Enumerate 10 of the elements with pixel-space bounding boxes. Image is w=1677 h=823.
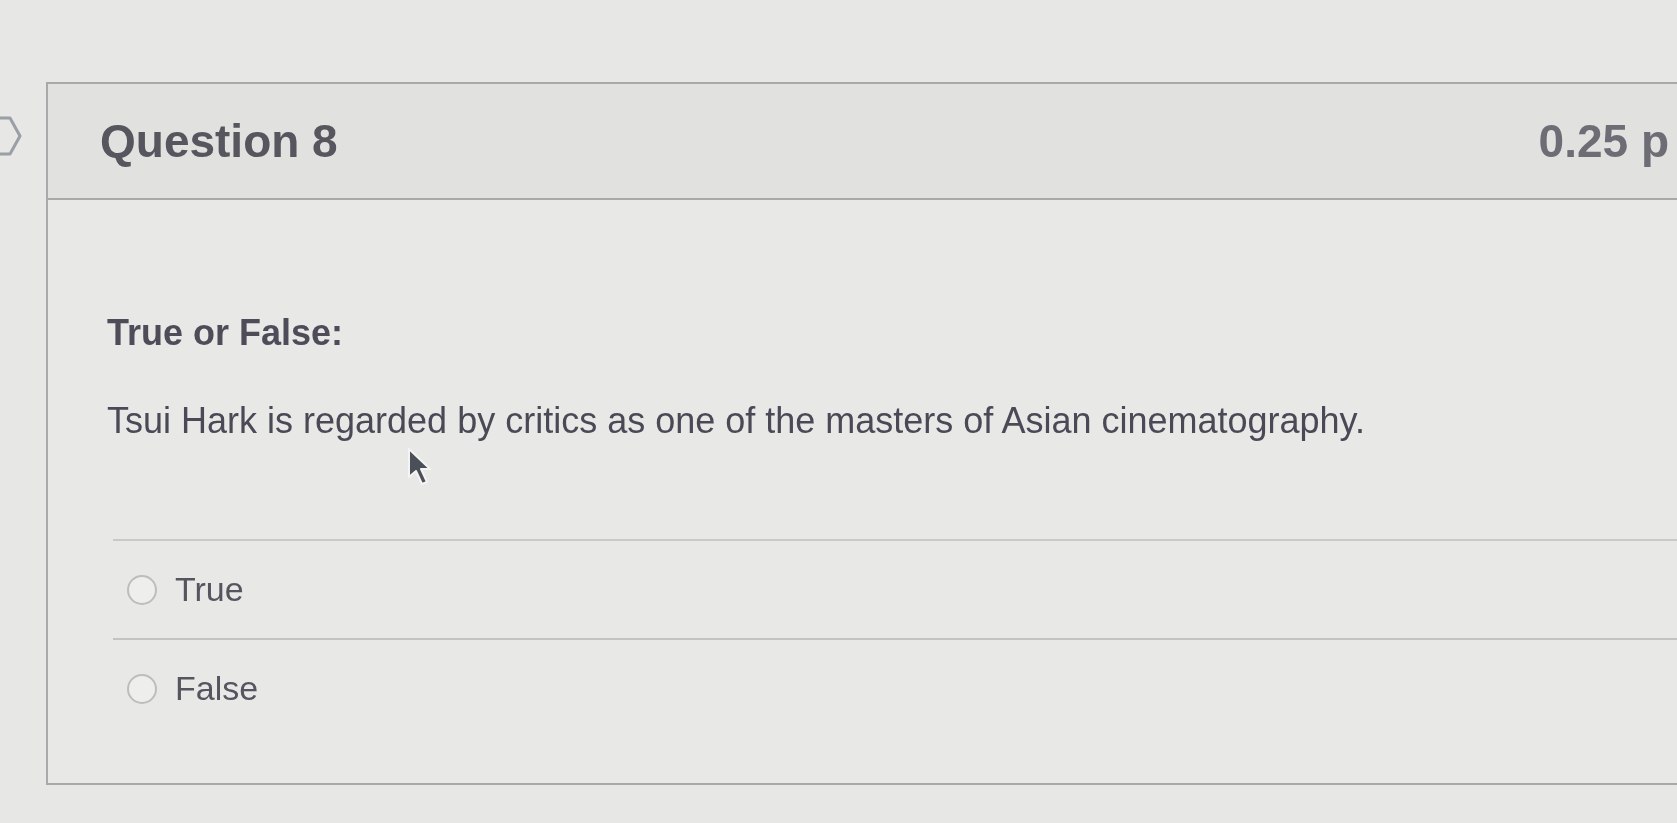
option-label[interactable]: False (175, 669, 259, 708)
chevron-icon[interactable] (0, 115, 22, 157)
points-label: 0.25 p (1538, 114, 1669, 168)
cursor-icon (407, 447, 433, 487)
option-label[interactable]: True (175, 570, 244, 609)
question-prompt: True or False: (107, 311, 345, 354)
radio-button[interactable] (127, 673, 157, 704)
question-text: Tsui Hark is regarded by critics as one of the masters of Asian cinematography. (107, 399, 1366, 442)
question-title: Question 8 (100, 114, 338, 168)
radio-button[interactable] (127, 574, 157, 605)
